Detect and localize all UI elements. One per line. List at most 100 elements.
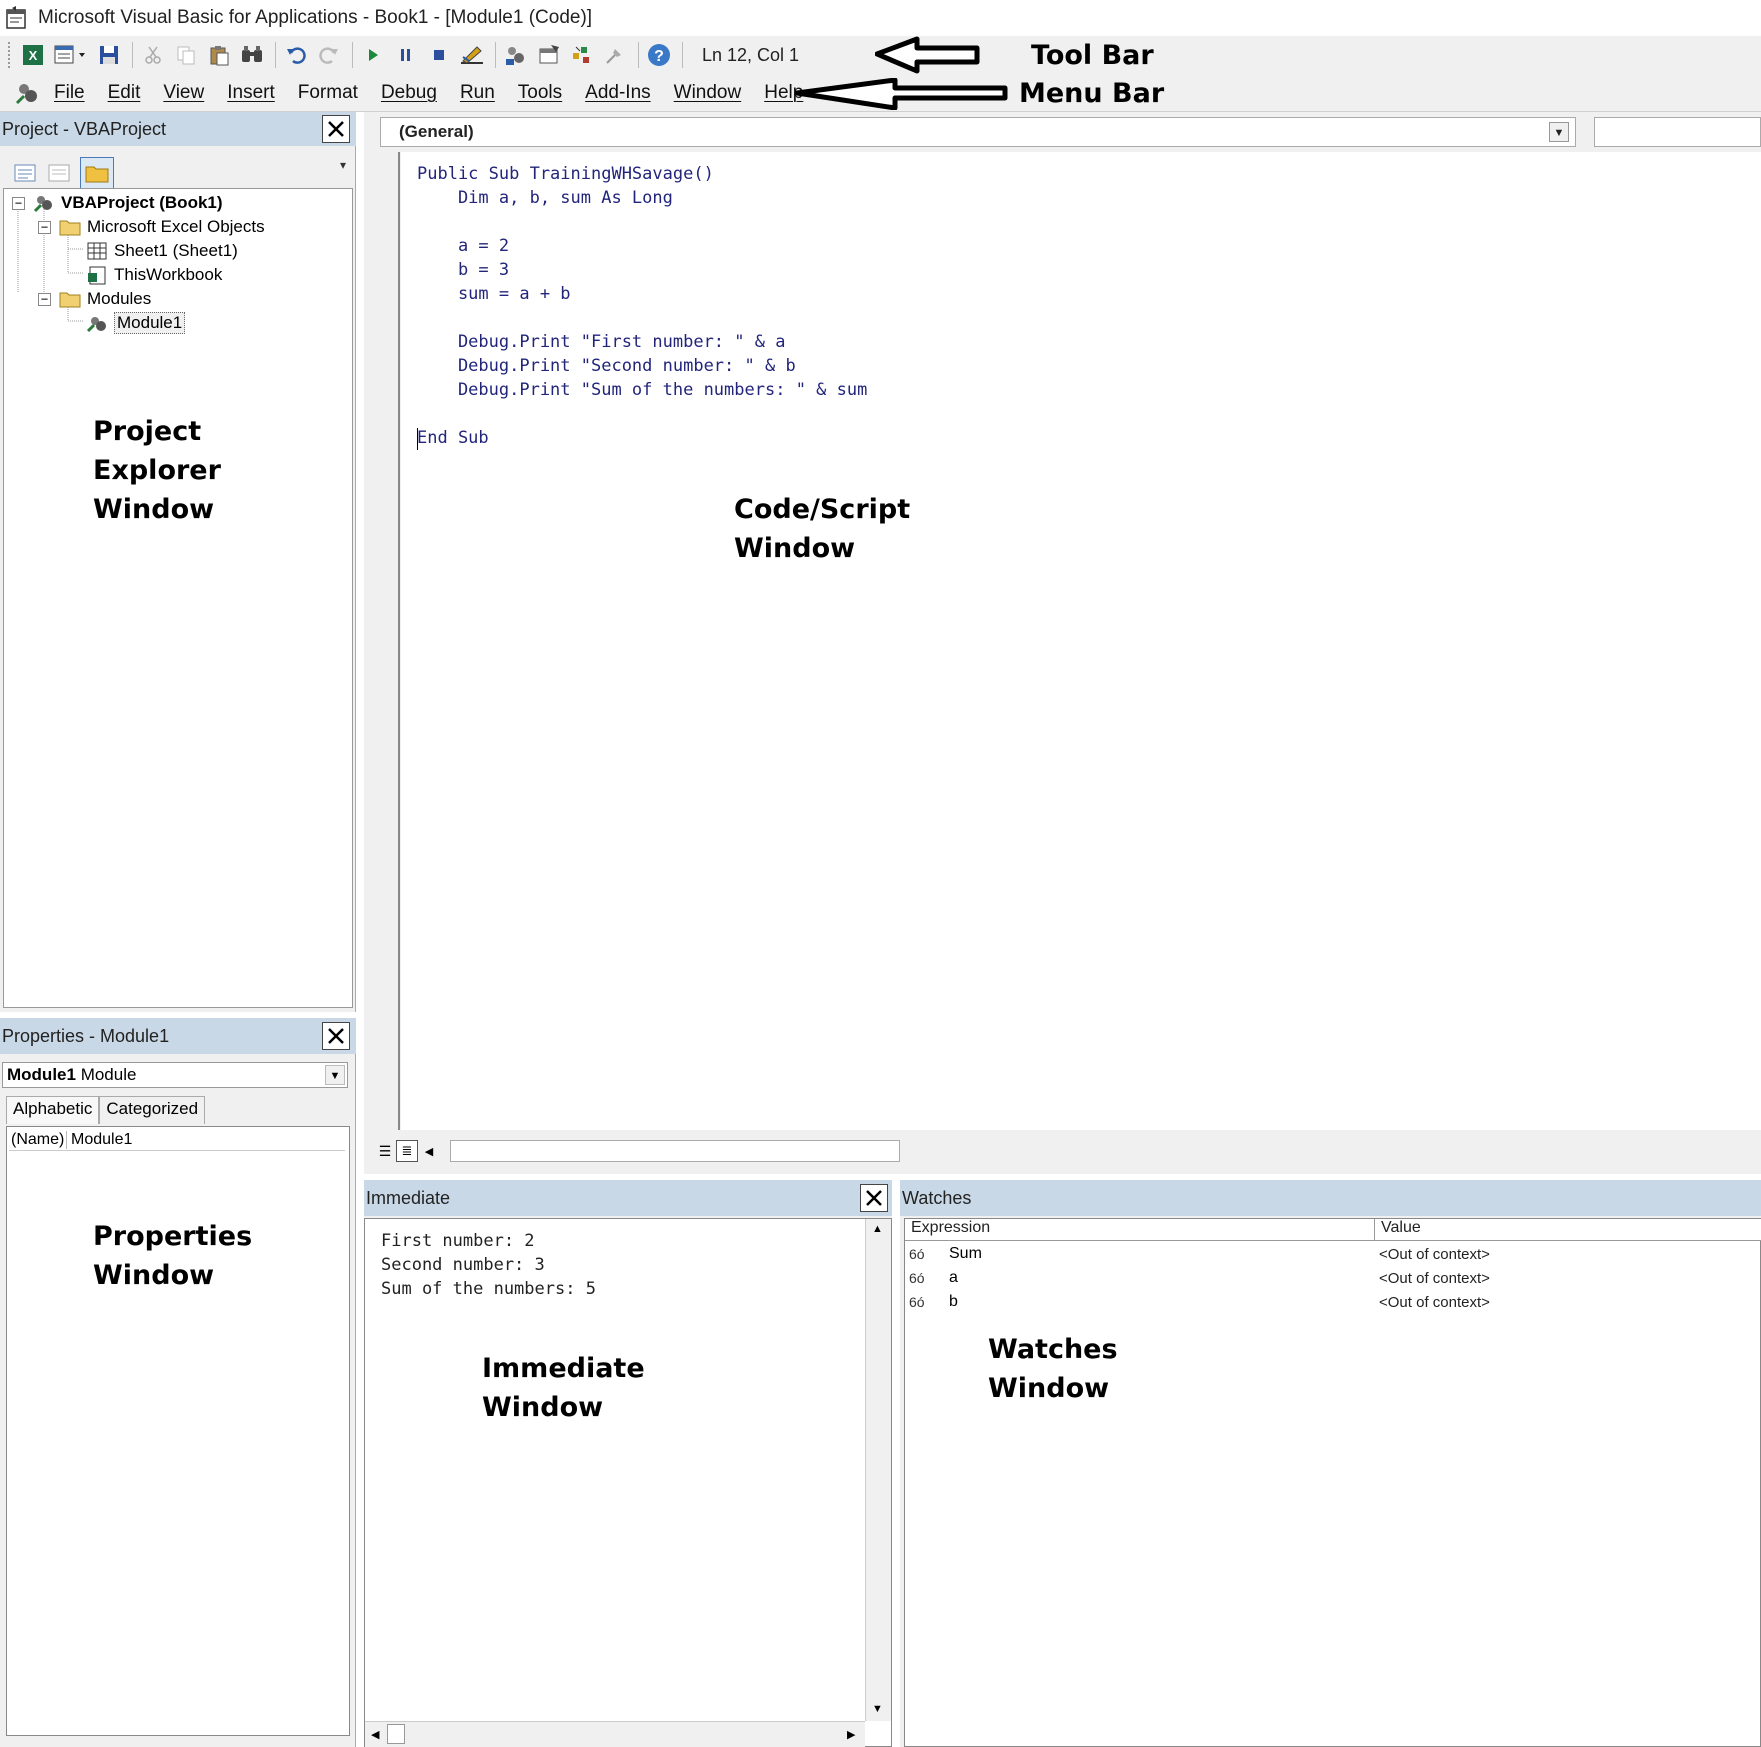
immediate-panel: Immediate First number: 2 Second number:… — [364, 1180, 892, 1747]
props-annotation-line-1: Properties — [93, 1221, 253, 1252]
property-value[interactable]: Module1 — [67, 1131, 132, 1149]
tree-label-thisworkbook: ThisWorkbook — [114, 265, 223, 284]
save-icon[interactable] — [94, 40, 124, 70]
toolbar-grip[interactable] — [8, 42, 12, 68]
vba-menu-icon[interactable] — [14, 79, 42, 107]
immediate-vertical-scrollbar[interactable]: ▲ ▼ — [865, 1219, 891, 1721]
property-row[interactable]: (Name) Module1 — [9, 1129, 345, 1151]
undo-icon[interactable] — [281, 40, 311, 70]
collapse-icon[interactable]: − — [38, 292, 51, 306]
column-header-value[interactable]: Value — [1375, 1219, 1421, 1240]
view-code-icon[interactable] — [10, 158, 40, 188]
code-line: Debug.Print "Sum of the numbers: " & sum — [417, 380, 868, 400]
immediate-title: Immediate — [364, 1180, 892, 1216]
menu-tools[interactable]: Tools — [518, 82, 562, 104]
scroll-up-icon[interactable]: ▲ — [872, 1223, 883, 1235]
watch-row[interactable]: 6ó a <Out of context> — [905, 1267, 1761, 1289]
watches-header: Expression Value — [905, 1219, 1761, 1241]
object-select-name: Module1 — [7, 1065, 76, 1084]
menu-run[interactable]: Run — [460, 82, 495, 104]
menu-file[interactable]: File — [54, 82, 85, 104]
scrollbar-track[interactable] — [450, 1140, 900, 1162]
design-mode-icon[interactable] — [457, 40, 487, 70]
project-tree: − VBAProject (Book1) − Microsoft Excel O… — [3, 188, 353, 1008]
copy-icon[interactable] — [171, 40, 201, 70]
toolbar-annotation-arrow — [875, 36, 980, 74]
project-annotation-line-3: Window — [93, 494, 215, 525]
tree-label-vbaproject: VBAProject (Book1) — [61, 193, 223, 212]
watch-expression: Sum — [949, 1245, 982, 1262]
properties-icon[interactable] — [534, 40, 564, 70]
help-icon[interactable]: ? — [644, 40, 674, 70]
code-line: Debug.Print "Second number: " & b — [417, 356, 796, 376]
code-horizontal-scrollbar[interactable]: ☰ ≣ ◀ — [368, 1138, 1761, 1164]
tree-item-module1[interactable]: Module1 — [86, 311, 186, 335]
watch-row[interactable]: 6ó b <Out of context> — [905, 1291, 1761, 1313]
break-icon[interactable] — [391, 40, 421, 70]
tree-label-module1: Module1 — [114, 312, 186, 334]
view-excel-icon[interactable]: X — [18, 40, 48, 70]
object-combo[interactable]: (General) ▼ — [380, 117, 1576, 147]
tree-item-sheet1[interactable]: Sheet1 (Sheet1) — [86, 239, 238, 263]
menu-debug[interactable]: Debug — [381, 82, 437, 104]
project-annotation-line-1: Project — [93, 416, 202, 447]
tree-item-thisworkbook[interactable]: ThisWorkbook — [86, 263, 222, 287]
menu-add-ins[interactable]: Add-Ins — [585, 82, 650, 104]
immediate-output[interactable]: First number: 2 Second number: 3 Sum of … — [364, 1218, 892, 1747]
menu-insert[interactable]: Insert — [227, 82, 275, 104]
code-line: sum = a + b — [417, 284, 571, 304]
procedure-combo[interactable] — [1594, 117, 1761, 147]
close-icon[interactable] — [322, 115, 350, 143]
insert-module-icon[interactable] — [51, 40, 91, 70]
toolbox-icon[interactable] — [600, 40, 630, 70]
redo-icon[interactable] — [314, 40, 344, 70]
chevron-down-icon[interactable]: ▼ — [325, 1065, 345, 1085]
properties-title: Properties - Module1 — [0, 1018, 356, 1054]
tab-alphabetic[interactable]: Alphabetic — [6, 1096, 100, 1124]
toggle-folders-icon[interactable] — [80, 157, 114, 189]
close-icon[interactable] — [322, 1022, 350, 1050]
column-header-expression[interactable]: Expression — [905, 1219, 1375, 1240]
immediate-line: Second number: 3 — [381, 1255, 545, 1275]
chevron-down-icon[interactable]: ▼ — [1549, 122, 1569, 142]
scroll-left-icon[interactable]: ◀ — [418, 1140, 440, 1162]
object-select[interactable]: Module1 Module ▼ — [2, 1062, 348, 1088]
menu-window[interactable]: Window — [674, 82, 742, 104]
project-explorer-icon[interactable] — [501, 40, 531, 70]
toolbar-separator — [638, 42, 639, 68]
collapse-icon[interactable]: − — [12, 196, 25, 210]
full-module-view-icon[interactable]: ≣ — [396, 1140, 418, 1162]
vbaproject-icon — [33, 196, 52, 213]
scroll-down-icon[interactable]: ▼ — [872, 1703, 883, 1715]
scroll-grip-icon[interactable]: ▾ — [336, 158, 350, 186]
menu-view[interactable]: View — [163, 82, 204, 104]
tree-item-vbaproject[interactable]: − VBAProject (Book1) — [12, 191, 223, 215]
scroll-thumb[interactable] — [387, 1724, 405, 1744]
collapse-icon[interactable]: − — [38, 220, 51, 234]
menu-format[interactable]: Format — [298, 82, 358, 104]
menu-edit[interactable]: Edit — [108, 82, 141, 104]
immediate-horizontal-scrollbar[interactable]: ◀ ▶ — [365, 1721, 865, 1747]
watch-glasses-icon: 6ó — [909, 1270, 925, 1286]
tree-item-excel-objects[interactable]: − Microsoft Excel Objects — [38, 215, 265, 239]
scroll-right-icon[interactable]: ▶ — [847, 1728, 855, 1741]
watch-value: <Out of context> — [1379, 1293, 1490, 1311]
reset-icon[interactable] — [424, 40, 454, 70]
paste-icon[interactable] — [204, 40, 234, 70]
code-editor[interactable]: Public Sub TrainingWHSavage() Dim a, b, … — [401, 152, 1761, 1130]
watch-row[interactable]: 6ó Sum <Out of context> — [905, 1243, 1761, 1265]
procedure-view-icon[interactable]: ☰ — [374, 1140, 396, 1162]
toolbar-separator — [682, 42, 683, 68]
tree-item-modules[interactable]: − Modules — [38, 287, 151, 311]
find-icon[interactable] — [237, 40, 267, 70]
code-line: Dim a, b, sum As Long — [417, 188, 673, 208]
scroll-left-icon[interactable]: ◀ — [371, 1728, 379, 1741]
close-icon[interactable] — [860, 1184, 888, 1212]
cut-icon[interactable] — [138, 40, 168, 70]
code-line: Debug.Print "First number: " & a — [417, 332, 786, 352]
run-icon[interactable] — [358, 40, 388, 70]
object-browser-icon[interactable] — [567, 40, 597, 70]
view-object-icon[interactable] — [44, 158, 74, 188]
margin-indicator-bar[interactable] — [368, 152, 400, 1130]
tab-categorized[interactable]: Categorized — [99, 1096, 206, 1124]
